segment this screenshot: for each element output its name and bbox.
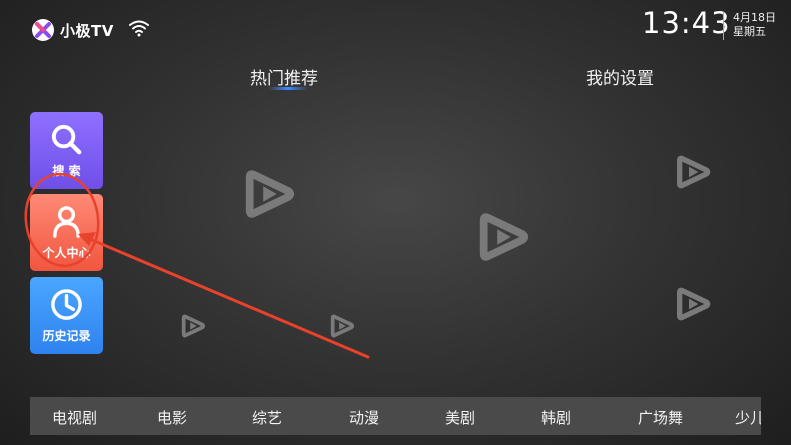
- category-kids[interactable]: 少儿: [735, 407, 761, 428]
- date-text: 4月18日: [733, 11, 776, 24]
- status-bar: 小极TV 13:43 4月18日 星期五: [0, 0, 791, 60]
- play-placeholder-icon: [179, 312, 207, 340]
- date-divider: [723, 12, 724, 40]
- tab-my-settings[interactable]: 我的设置: [586, 64, 654, 89]
- category-korean-drama[interactable]: 韩剧: [541, 407, 571, 428]
- weekday-text: 星期五: [733, 25, 766, 38]
- category-tv-series[interactable]: 电视剧: [52, 407, 97, 428]
- clock-icon: [51, 289, 82, 320]
- play-placeholder-icon: [240, 165, 298, 223]
- search-button[interactable]: 搜 索: [30, 112, 103, 189]
- wifi-icon: [129, 20, 149, 37]
- active-tab-indicator: [268, 87, 308, 90]
- history-button[interactable]: 历史记录: [30, 277, 103, 354]
- play-placeholder-icon: [328, 312, 356, 340]
- search-icon: [51, 124, 82, 155]
- personal-center-button[interactable]: 个人中心: [30, 194, 103, 271]
- clock: 13:43: [642, 6, 731, 40]
- app-logo-icon: [32, 19, 54, 41]
- category-us-drama[interactable]: 美剧: [445, 407, 475, 428]
- category-bar: 电视剧 电影 综艺 动漫 美剧 韩剧 广场舞 少儿: [30, 397, 761, 435]
- category-variety[interactable]: 综艺: [252, 407, 282, 428]
- category-movie[interactable]: 电影: [157, 407, 187, 428]
- app-name: 小极TV: [60, 22, 114, 40]
- play-placeholder-icon: [673, 152, 713, 192]
- play-placeholder-icon: [474, 208, 532, 266]
- search-button-label: 搜 索: [52, 164, 81, 178]
- history-button-label: 历史记录: [42, 329, 91, 343]
- annotation-arrow: [83, 235, 370, 359]
- category-square-dance[interactable]: 广场舞: [638, 407, 683, 428]
- user-icon: [53, 206, 80, 238]
- tab-hot-recommend[interactable]: 热门推荐: [250, 64, 318, 89]
- play-placeholder-icon: [673, 284, 713, 324]
- red-annotation-overlay: [24, 172, 370, 359]
- personal-center-label: 个人中心: [42, 246, 91, 260]
- category-anime[interactable]: 动漫: [349, 407, 379, 428]
- date-block: 4月18日 星期五: [733, 11, 776, 39]
